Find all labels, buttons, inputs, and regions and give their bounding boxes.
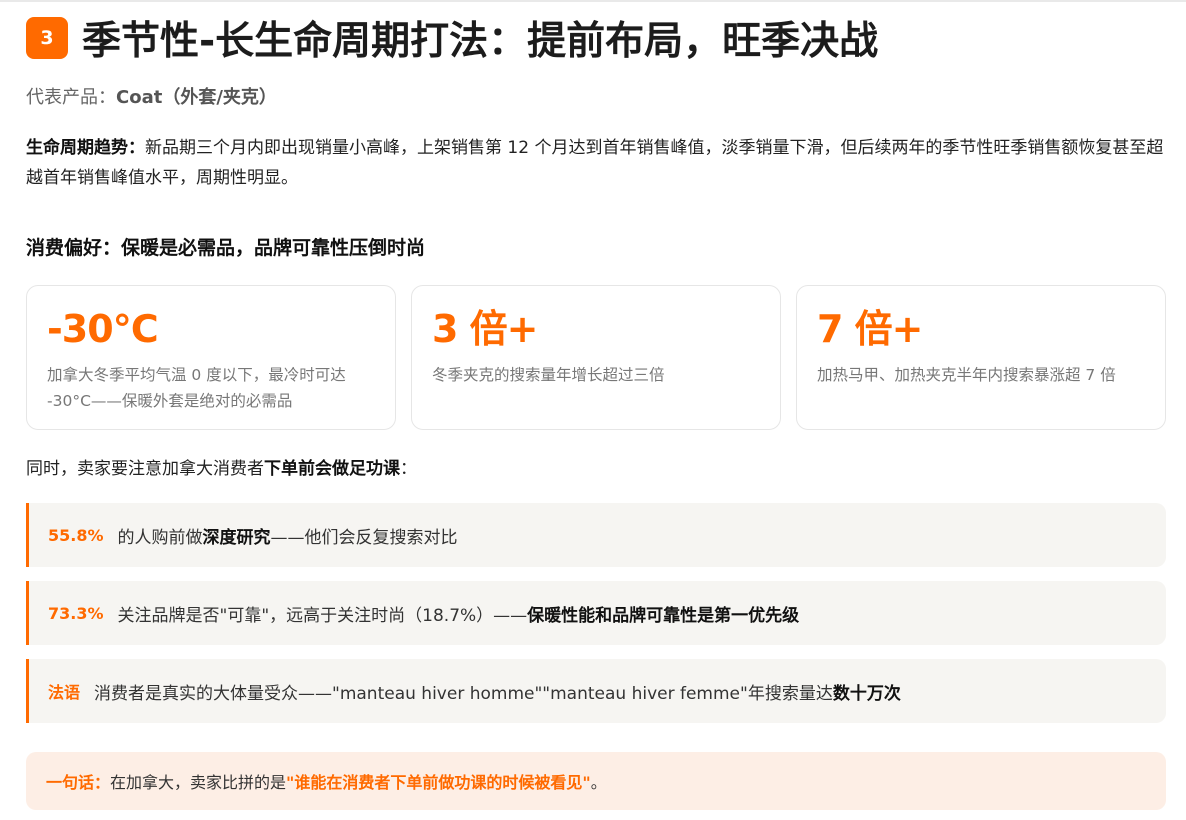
insight-point-reliability: 73.3% 关注品牌是否"可靠"，远高于关注时尚（18.7%）—— 保暖性能和品牌…	[26, 581, 1166, 645]
lifecycle-trend: 生命周期趋势：新品期三个月内即出现销量小高峰，上架销售第 12 个月达到首年销售…	[26, 133, 1166, 193]
intro-bold: 下单前会做足功课	[264, 459, 400, 479]
intro-end: ：	[400, 459, 417, 479]
summary-text: 在加拿大，卖家比拼的是	[110, 773, 287, 792]
summary-highlight: "谁能在消费者下单前做功课的时候被看见"	[286, 773, 591, 792]
summary-end: 。	[590, 773, 607, 792]
research-intro: 同时，卖家要注意加拿大消费者下单前会做足功课：	[26, 454, 417, 479]
insight-key: 法语	[48, 683, 81, 702]
product-value: Coat（外套/夹克）	[116, 87, 277, 108]
intro-text: 同时，卖家要注意加拿大消费者	[26, 459, 264, 479]
insight-bold: 数十万次	[832, 683, 901, 704]
section-title: 季节性-长生命周期打法：提前布局，旺季决战	[82, 19, 879, 64]
stat-card-temperature: -30℃ 加拿大冬季平均气温 0 度以下，最冷时可达 -30°C——保暖外套是绝…	[26, 285, 396, 430]
stat-description: 加拿大冬季平均气温 0 度以下，最冷时可达 -30°C——保暖外套是绝对的必需品	[47, 366, 346, 410]
summary-callout: 一句话： 在加拿大，卖家比拼的是 "谁能在消费者下单前做功课的时候被看见"。	[26, 752, 1166, 810]
insight-tail: ——他们会反复搜索对比	[270, 527, 458, 548]
insight-text: 关注品牌是否"可靠"，远高于关注时尚（18.7%）——	[117, 605, 528, 626]
product-label: 代表产品：	[26, 87, 116, 108]
insight-bold: 保暖性能和品牌可靠性是第一优先级	[527, 605, 800, 626]
insight-text: 的人购前做	[117, 527, 203, 548]
stat-value: -30℃	[47, 307, 159, 351]
stat-description: 加热马甲、加热夹克半年内搜索暴涨超 7 倍	[817, 366, 1116, 384]
stat-value: 7 倍+	[817, 307, 924, 351]
insight-bold: 深度研究	[202, 527, 271, 548]
stat-card-jacket-search: 3 倍+ 冬季夹克的搜索量年增长超过三倍	[411, 285, 781, 430]
preference-heading: 消费偏好：保暖是必需品，品牌可靠性压倒时尚	[26, 237, 426, 259]
trend-text: 新品期三个月内即出现销量小高峰，上架销售第 12 个月达到首年销售峰值，淡季销量…	[26, 138, 1164, 188]
trend-label: 生命周期趋势：	[26, 138, 145, 158]
stat-card-heated-search: 7 倍+ 加热马甲、加热夹克半年内搜索暴涨超 7 倍	[796, 285, 1166, 430]
summary-label: 一句话：	[46, 773, 111, 792]
section-header: 3 季节性-长生命周期打法：提前布局，旺季决战	[26, 10, 878, 66]
representative-product: 代表产品：Coat（外套/夹克）	[26, 83, 277, 109]
section-number-badge: 3	[26, 17, 68, 59]
insight-point-french: 法语 消费者是真实的大体量受众——"manteau hiver homme""m…	[26, 659, 1166, 723]
stat-description: 冬季夹克的搜索量年增长超过三倍	[432, 366, 665, 384]
insight-key: 73.3%	[48, 603, 104, 623]
insight-key: 55.8%	[48, 525, 104, 545]
stat-value: 3 倍+	[432, 307, 539, 351]
insight-text: 消费者是真实的大体量受众——"manteau hiver homme""mant…	[94, 683, 833, 704]
top-divider	[0, 0, 1186, 2]
insight-point-research: 55.8% 的人购前做 深度研究 ——他们会反复搜索对比	[26, 503, 1166, 567]
